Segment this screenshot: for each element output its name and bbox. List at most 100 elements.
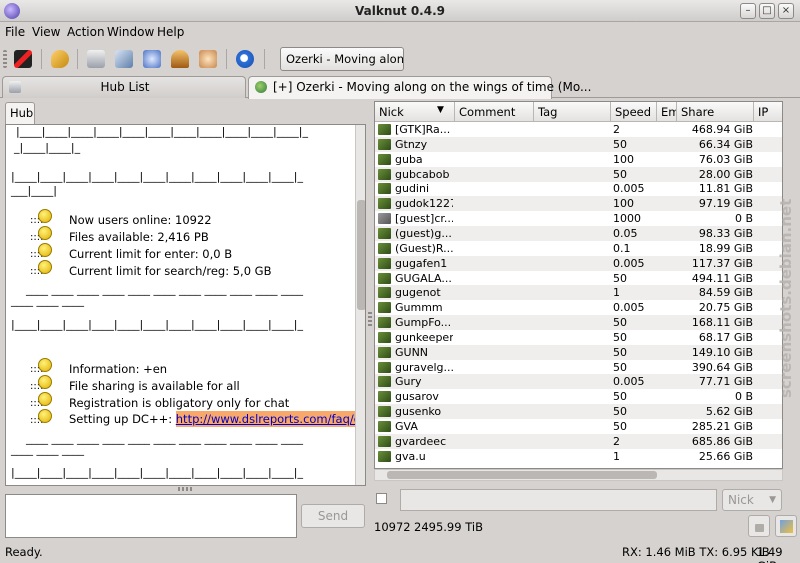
minimize-button[interactable]: –: [740, 3, 756, 19]
hub-list-icon[interactable]: [87, 50, 105, 68]
table-row[interactable]: GUGALA... 50 494.11 GiB: [375, 271, 782, 286]
filter-checkbox[interactable]: [376, 493, 387, 504]
table-row[interactable]: gudini 0.005 11.81 GiB: [375, 181, 782, 196]
column-share[interactable]: Share: [677, 102, 754, 122]
user-status-icon: [378, 124, 391, 135]
table-row[interactable]: gvardeec 2 685.86 GiB: [375, 433, 782, 449]
chat-link[interactable]: http://www.dslreports.com/faq/dc: [175, 411, 365, 427]
user-nick: GumpFo...: [395, 316, 452, 330]
reconnect-button[interactable]: [775, 515, 797, 537]
close-button[interactable]: ×: [778, 3, 794, 19]
tab-hub-list[interactable]: Hub List: [2, 76, 246, 98]
table-row[interactable]: Gtnzy 50 66.34 GiB: [375, 136, 782, 152]
statusbar: Ready. RX: 1.46 MiB TX: 6.95 KiB 1.49 Gi…: [0, 542, 800, 563]
user-status-icon: [378, 435, 391, 447]
chat-input[interactable]: [5, 494, 297, 538]
table-row[interactable]: [GTK]Ra... 2 468.94 GiB: [375, 122, 782, 137]
table-row[interactable]: gunkeeper 50 68.17 GiB: [375, 330, 782, 345]
column-tag[interactable]: Tag: [534, 102, 611, 122]
user-speed: 1: [613, 449, 620, 463]
user-nick: gvardeec: [395, 434, 447, 448]
user-status-icon: [378, 450, 391, 462]
maximize-button[interactable]: □: [759, 3, 775, 19]
user-share: 25.66 GiB: [698, 449, 753, 463]
settings-icon[interactable]: [115, 50, 133, 68]
users-icon[interactable]: [199, 50, 217, 68]
table-row[interactable]: Gury 0.005 77.71 GiB: [375, 374, 782, 390]
user-speed: 2: [613, 123, 620, 136]
filter-input[interactable]: [400, 489, 717, 511]
table-row[interactable]: GumpFo... 50 168.11 GiB: [375, 315, 782, 331]
table-row[interactable]: guba 100 76.03 GiB: [375, 152, 782, 167]
splitter-handle[interactable]: [368, 312, 372, 326]
reconnect-icon: [780, 520, 793, 533]
table-row[interactable]: [guest]cr... 1000 0 B: [375, 211, 782, 226]
table-row[interactable]: (Guest)R... 0.1 18.99 GiB: [375, 241, 782, 256]
user-nick: gva.u: [395, 449, 426, 463]
tab-hub[interactable]: Hub: [5, 102, 35, 124]
hub-window-button[interactable]: Ozerki - Moving alon...: [280, 47, 404, 71]
splitter-handle[interactable]: [178, 487, 192, 491]
user-status-icon: [378, 257, 391, 269]
user-status-icon: [378, 183, 391, 195]
menu-file[interactable]: File: [5, 25, 25, 39]
table-row[interactable]: gubcabob 50 28.00 GiB: [375, 166, 782, 182]
about-icon[interactable]: [236, 50, 254, 68]
table-row[interactable]: gusenko 50 5.62 GiB: [375, 404, 782, 420]
send-button[interactable]: Send: [301, 504, 365, 528]
disconnect-icon[interactable]: [14, 50, 32, 68]
chat-message-text: Setting up DC++:: [69, 412, 176, 426]
user-nick: Gtnzy: [395, 137, 428, 151]
table-row[interactable]: gugafen1 0.005 117.37 GiB: [375, 255, 782, 271]
smiley-icon: [38, 260, 52, 274]
menu-view[interactable]: View: [32, 25, 60, 39]
search-icon[interactable]: [51, 50, 69, 68]
user-speed: 2: [613, 434, 620, 448]
table-row[interactable]: GVA 50 285.21 GiB: [375, 419, 782, 434]
scrollbar-thumb[interactable]: [357, 200, 365, 310]
user-list-scrollbar[interactable]: [374, 469, 783, 481]
column-comment[interactable]: Comment: [455, 102, 534, 122]
column-ip[interactable]: IP: [754, 102, 782, 122]
column-nick[interactable]: Nick ▼: [375, 102, 455, 122]
favorites-icon[interactable]: [171, 50, 189, 68]
user-share: 5.62 GiB: [705, 405, 753, 419]
user-nick: gugafen1: [395, 256, 448, 270]
table-row[interactable]: guravelg... 50 390.64 GiB: [375, 360, 782, 375]
lock-button[interactable]: [748, 515, 770, 537]
user-speed: 0.005: [613, 182, 645, 196]
user-speed: 50: [613, 316, 627, 330]
scrollbar-thumb[interactable]: [387, 471, 657, 479]
user-nick: gusarov: [395, 390, 439, 404]
menu-help[interactable]: Help: [157, 25, 184, 39]
user-list[interactable]: Nick ▼ Comment Tag Speed Em Share IP [GTK…: [374, 101, 783, 469]
menubar: File View Action Window Help: [0, 22, 800, 43]
menu-action[interactable]: Action: [67, 25, 105, 39]
chat-message: Files available: 2,416 PB: [69, 230, 209, 244]
user-status-icon: [378, 391, 391, 403]
table-row[interactable]: Gummm 0.005 20.75 GiB: [375, 300, 782, 315]
table-row[interactable]: (guest)g... 0.05 98.33 GiB: [375, 225, 782, 241]
filter-column-value: Nick: [728, 493, 754, 507]
menu-window[interactable]: Window: [107, 25, 154, 39]
user-speed: 50: [613, 360, 627, 374]
table-row[interactable]: gudok1227 100 97.19 GiB: [375, 196, 782, 212]
user-nick: gudini: [395, 182, 430, 196]
user-share: 149.10 GiB: [691, 345, 753, 359]
user-nick: guba: [395, 152, 423, 166]
chat-scrollbar[interactable]: [355, 125, 365, 485]
filter-column-select[interactable]: Nick ▼: [722, 489, 782, 511]
chevron-down-icon: ▼: [769, 495, 776, 505]
network-icon[interactable]: [143, 50, 161, 68]
user-speed: 50: [613, 330, 627, 344]
column-speed[interactable]: Speed: [611, 102, 657, 122]
table-row[interactable]: gugenot 1 84.59 GiB: [375, 285, 782, 301]
tab-hub-ozerki[interactable]: [+] Ozerki - Moving along on the wings o…: [248, 76, 591, 99]
table-row[interactable]: GUNN 50 149.10 GiB: [375, 344, 782, 360]
globe-icon: [255, 81, 267, 93]
chat-output[interactable]: |____|____|____|____|____|____|____|____…: [5, 124, 366, 486]
table-row[interactable]: gva.u 1 25.66 GiB: [375, 449, 782, 464]
column-email[interactable]: Em: [657, 102, 677, 122]
table-row[interactable]: gusarov 50 0 B: [375, 389, 782, 404]
toolbar-grip[interactable]: [3, 50, 7, 68]
